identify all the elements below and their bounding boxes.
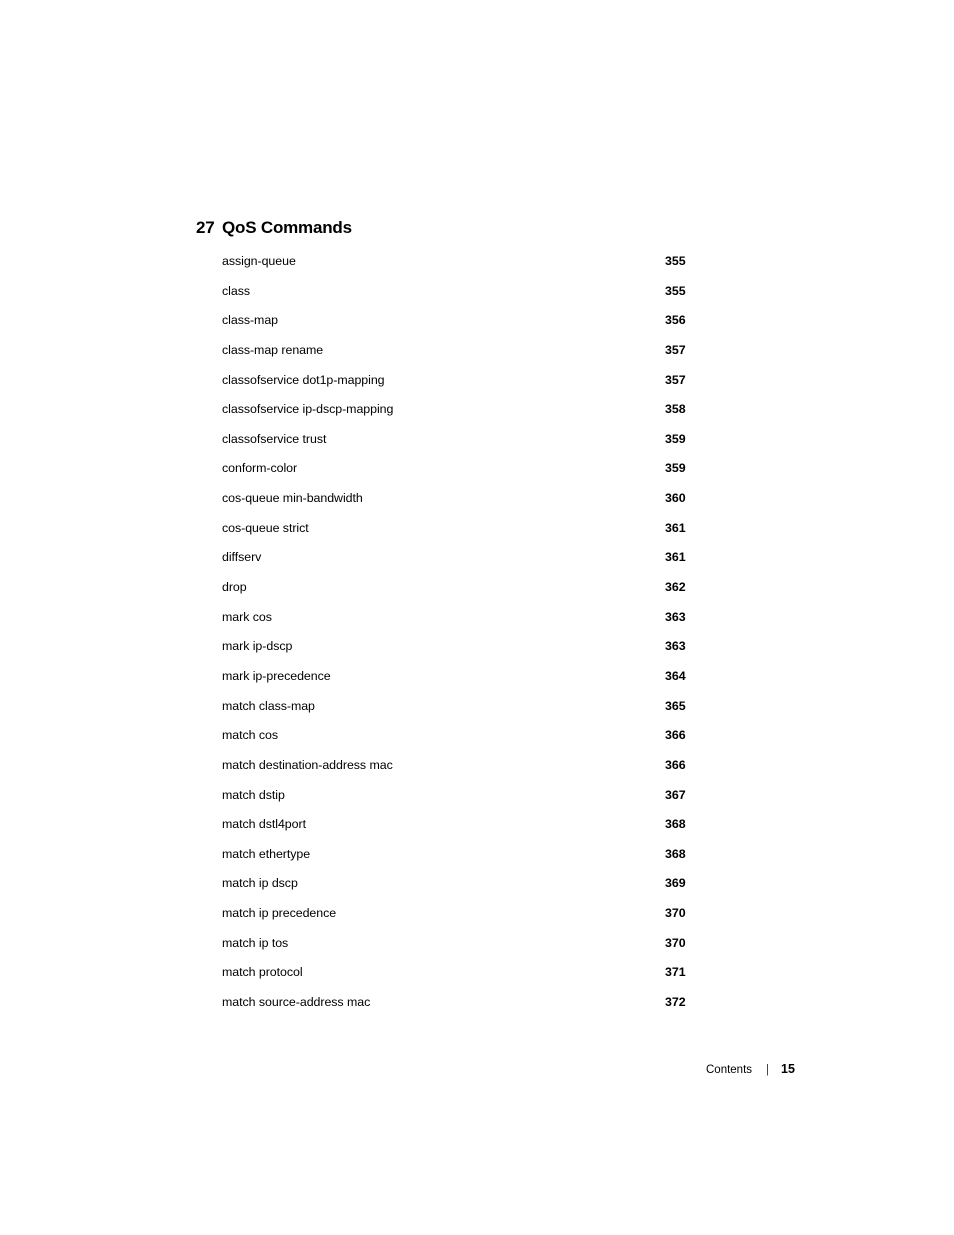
- toc-entry-label[interactable]: match protocol: [222, 965, 303, 980]
- toc-entry[interactable]: match destination-address mac 366: [222, 758, 742, 788]
- toc-entry[interactable]: match class-map 365: [222, 699, 742, 729]
- toc-entry-label[interactable]: match cos: [222, 728, 278, 743]
- footer-separator: |: [766, 1064, 770, 1076]
- toc-entry-label[interactable]: match ethertype: [222, 847, 310, 862]
- toc-entry[interactable]: classofservice ip-dscp-mapping 358: [222, 402, 742, 432]
- toc-entry[interactable]: conform-color 359: [222, 461, 742, 491]
- chapter-heading: 27 QoS Commands: [196, 218, 352, 238]
- toc-entry-label[interactable]: match ip dscp: [222, 876, 298, 891]
- toc-entry-label[interactable]: match destination-address mac: [222, 758, 393, 773]
- toc-entry-label[interactable]: mark cos: [222, 610, 272, 625]
- toc-entry[interactable]: class-map rename 357: [222, 343, 742, 373]
- toc-entry-page-number[interactable]: 365: [665, 699, 686, 714]
- toc-entry-page-number[interactable]: 368: [665, 847, 686, 862]
- toc-entry-label[interactable]: mark ip-precedence: [222, 669, 331, 684]
- toc-entry-page-number[interactable]: 356: [665, 313, 686, 328]
- toc-entry-page-number[interactable]: 370: [665, 936, 686, 951]
- footer-page-number: 15: [781, 1062, 795, 1076]
- toc-entry-label[interactable]: assign-queue: [222, 254, 296, 269]
- toc-entry-page-number[interactable]: 372: [665, 995, 686, 1010]
- toc-entry-page-number[interactable]: 364: [665, 669, 686, 684]
- toc-entry[interactable]: assign-queue 355: [222, 254, 742, 284]
- toc-entry-label[interactable]: match dstl4port: [222, 817, 306, 832]
- toc-entry[interactable]: classofservice trust 359: [222, 432, 742, 462]
- toc-entry-label[interactable]: class-map: [222, 313, 278, 328]
- toc-page: 27 QoS Commands assign-queue 355 class 355 c…: [0, 0, 954, 1235]
- toc-entry-label[interactable]: class-map rename: [222, 343, 323, 358]
- toc-entry-page-number[interactable]: 357: [665, 373, 686, 388]
- toc-entry-label[interactable]: match dstip: [222, 788, 285, 803]
- toc-entry-label[interactable]: diffserv: [222, 550, 261, 565]
- footer-section-label: Contents: [706, 1064, 753, 1076]
- toc-entry-label[interactable]: class: [222, 284, 250, 299]
- toc-entry-page-number[interactable]: 363: [665, 610, 686, 625]
- toc-entry-label[interactable]: classofservice ip-dscp-mapping: [222, 402, 393, 417]
- toc-entry-page-number[interactable]: 359: [665, 432, 686, 447]
- toc-entry-page-number[interactable]: 371: [665, 965, 686, 980]
- toc-entry-page-number[interactable]: 366: [665, 728, 686, 743]
- toc-entry[interactable]: class-map 356: [222, 313, 742, 343]
- toc-entry-page-number[interactable]: 355: [665, 254, 686, 269]
- toc-entry[interactable]: match source-address mac 372: [222, 995, 742, 1025]
- toc-entry-page-number[interactable]: 355: [665, 284, 686, 299]
- toc-entry[interactable]: match ip precedence 370: [222, 906, 742, 936]
- toc-entry[interactable]: cos-queue strict 361: [222, 521, 742, 551]
- toc-entry[interactable]: mark ip-precedence 364: [222, 669, 742, 699]
- toc-entry-label[interactable]: mark ip-dscp: [222, 639, 292, 654]
- toc-entry-label[interactable]: classofservice trust: [222, 432, 326, 447]
- toc-entry-page-number[interactable]: 359: [665, 461, 686, 476]
- toc-entry-label[interactable]: classofservice dot1p-mapping: [222, 373, 385, 388]
- toc-entry[interactable]: cos-queue min-bandwidth 360: [222, 491, 742, 521]
- toc-entry-label[interactable]: conform-color: [222, 461, 297, 476]
- page-footer: Contents | 15: [706, 1062, 795, 1077]
- toc-entry-page-number[interactable]: 368: [665, 817, 686, 832]
- toc-entry-page-number[interactable]: 367: [665, 788, 686, 803]
- toc-entry-page-number[interactable]: 363: [665, 639, 686, 654]
- toc-entry-label[interactable]: match ip precedence: [222, 906, 336, 921]
- toc-entry-label[interactable]: cos-queue min-bandwidth: [222, 491, 363, 506]
- chapter-number: 27: [196, 218, 215, 237]
- toc-entry[interactable]: mark ip-dscp 363: [222, 639, 742, 669]
- toc-entry-page-number[interactable]: 358: [665, 402, 686, 417]
- toc-entry-page-number[interactable]: 360: [665, 491, 686, 506]
- toc-entry[interactable]: diffserv 361: [222, 550, 742, 580]
- toc-entry[interactable]: match ip dscp 369: [222, 876, 742, 906]
- toc-entry-label[interactable]: drop: [222, 580, 247, 595]
- toc-entry[interactable]: match ethertype 368: [222, 847, 742, 877]
- toc-entry-page-number[interactable]: 366: [665, 758, 686, 773]
- toc-entry-page-number[interactable]: 369: [665, 876, 686, 891]
- toc-entry[interactable]: mark cos 363: [222, 610, 742, 640]
- toc-entry-list: assign-queue 355 class 355 class-map 356 class…: [222, 254, 742, 1025]
- chapter-title: QoS Commands: [222, 218, 352, 237]
- toc-entry-label[interactable]: cos-queue strict: [222, 521, 309, 536]
- toc-entry-label[interactable]: match ip tos: [222, 936, 288, 951]
- toc-entry[interactable]: classofservice dot1p-mapping 357: [222, 373, 742, 403]
- toc-entry-page-number[interactable]: 361: [665, 521, 686, 536]
- toc-entry-page-number[interactable]: 370: [665, 906, 686, 921]
- toc-entry[interactable]: match dstl4port 368: [222, 817, 742, 847]
- toc-entry[interactable]: match dstip 367: [222, 788, 742, 818]
- toc-entry-page-number[interactable]: 361: [665, 550, 686, 565]
- toc-entry-label[interactable]: match class-map: [222, 699, 315, 714]
- toc-entry[interactable]: drop 362: [222, 580, 742, 610]
- toc-entry[interactable]: match protocol 371: [222, 965, 742, 995]
- toc-entry-page-number[interactable]: 362: [665, 580, 686, 595]
- toc-entry[interactable]: class 355: [222, 284, 742, 314]
- toc-entry[interactable]: match ip tos 370: [222, 936, 742, 966]
- toc-entry-page-number[interactable]: 357: [665, 343, 686, 358]
- toc-entry-label[interactable]: match source-address mac: [222, 995, 370, 1010]
- toc-entry[interactable]: match cos 366: [222, 728, 742, 758]
